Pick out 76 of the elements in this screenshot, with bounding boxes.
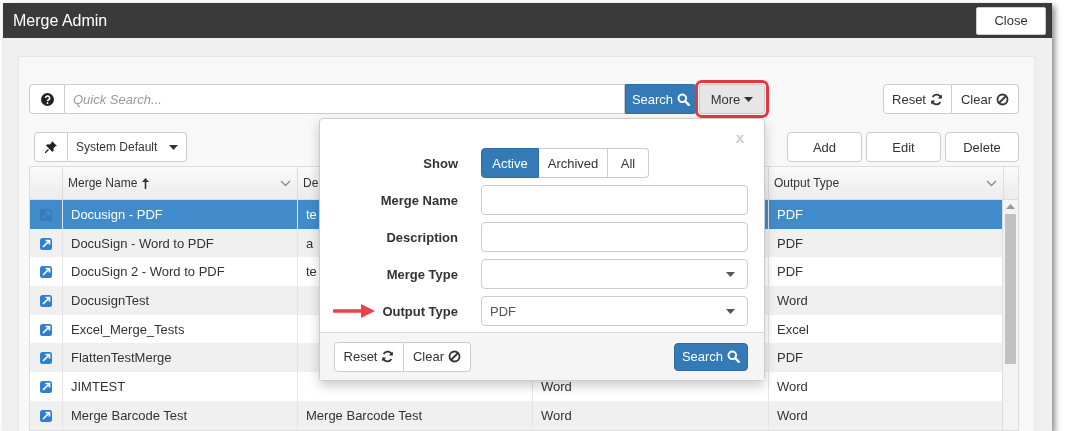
chevron-down-icon[interactable] [986, 179, 997, 187]
table-cell: PDF [777, 350, 803, 366]
external-link-icon[interactable] [39, 265, 53, 279]
search-icon [727, 350, 741, 363]
field-label: Description [386, 229, 458, 245]
sort-up-icon [142, 177, 150, 189]
table-cell: DocusignTest [71, 292, 150, 308]
field-label: Output Type [382, 303, 458, 319]
text-field[interactable] [481, 185, 748, 215]
caret-icon [744, 96, 754, 102]
quick-search-field[interactable]: Quick Search... [65, 84, 625, 114]
text-field[interactable] [481, 222, 748, 252]
table-cell: te [306, 206, 317, 222]
close-button[interactable]: Close [976, 6, 1046, 35]
table-cell: a [306, 235, 314, 251]
field-label: Merge Type [386, 266, 458, 282]
help-button[interactable] [29, 84, 65, 114]
scroll-up-icon[interactable] [1006, 204, 1015, 209]
external-link-icon[interactable] [39, 408, 53, 422]
view-dropdown[interactable]: System Default [68, 132, 187, 162]
table-cell: Word [541, 378, 572, 394]
refresh-icon [930, 92, 943, 106]
action-button[interactable]: Delete [945, 132, 1019, 162]
table-cell: Docusign - PDF [71, 206, 163, 222]
reset-button[interactable]: Reset [334, 341, 404, 372]
help-icon [40, 92, 54, 106]
search-button[interactable]: Search [625, 84, 697, 114]
table-cell: Excel_Merge_Tests [71, 321, 185, 337]
caret-icon [169, 144, 178, 150]
pin-button[interactable] [34, 132, 68, 162]
table-cell: DocuSign 2 - Word to PDF [71, 264, 225, 280]
table-cell: PDF [777, 235, 803, 251]
column-header[interactable]: Merge Name [63, 167, 298, 199]
external-link-icon[interactable] [39, 322, 53, 336]
external-link-icon[interactable] [39, 236, 53, 250]
scrollbar[interactable] [1002, 200, 1018, 430]
dropdown-field[interactable] [481, 259, 748, 289]
table-cell: FlattenTestMerge [71, 350, 172, 366]
table-cell: JIMTEST [71, 378, 126, 394]
pointer-arrow [333, 304, 375, 318]
column-header[interactable]: Output Type [769, 167, 1004, 199]
refresh-icon [381, 350, 395, 363]
dropdown-field[interactable]: PDF [481, 296, 748, 326]
table-cell: Word [777, 378, 808, 394]
external-link-icon[interactable] [39, 379, 53, 393]
clear-button[interactable]: Clear [404, 341, 471, 372]
table-cell: Excel [777, 321, 809, 337]
caret-icon [726, 271, 735, 277]
search-icon [677, 92, 691, 106]
table-cell: PDF [777, 264, 803, 280]
table-cell: Word [541, 407, 572, 423]
table-cell: DocuSign - Word to PDF [71, 235, 214, 251]
status-toggle[interactable]: All [608, 148, 649, 178]
pin-icon [45, 141, 57, 153]
table-cell: Merge Barcode Test [71, 407, 188, 423]
status-toggle[interactable]: Active [481, 148, 539, 178]
table-cell: PDF [777, 206, 803, 222]
table-cell: Word [777, 407, 808, 423]
external-link-icon[interactable] [39, 351, 53, 365]
field-label: Merge Name [380, 192, 458, 208]
action-button[interactable]: Add [787, 132, 862, 162]
caret-icon [726, 308, 735, 314]
table-cell: Word [777, 292, 808, 308]
field-label: Show [422, 154, 458, 173]
status-toggle[interactable]: Archived [539, 148, 608, 178]
ban-icon [996, 92, 1010, 106]
window-title: Merge Admin [13, 11, 108, 30]
table-cell: te [306, 264, 317, 280]
external-link-icon[interactable] [39, 293, 53, 307]
ban-icon [448, 350, 462, 363]
action-button[interactable]: Edit [866, 132, 941, 162]
reset-button[interactable]: Reset [883, 84, 952, 114]
table-cell: Merge Barcode Test [306, 407, 423, 423]
search-button[interactable]: Search [674, 342, 748, 371]
clear-button[interactable]: Clear [952, 84, 1019, 114]
chevron-down-icon[interactable] [280, 179, 291, 187]
